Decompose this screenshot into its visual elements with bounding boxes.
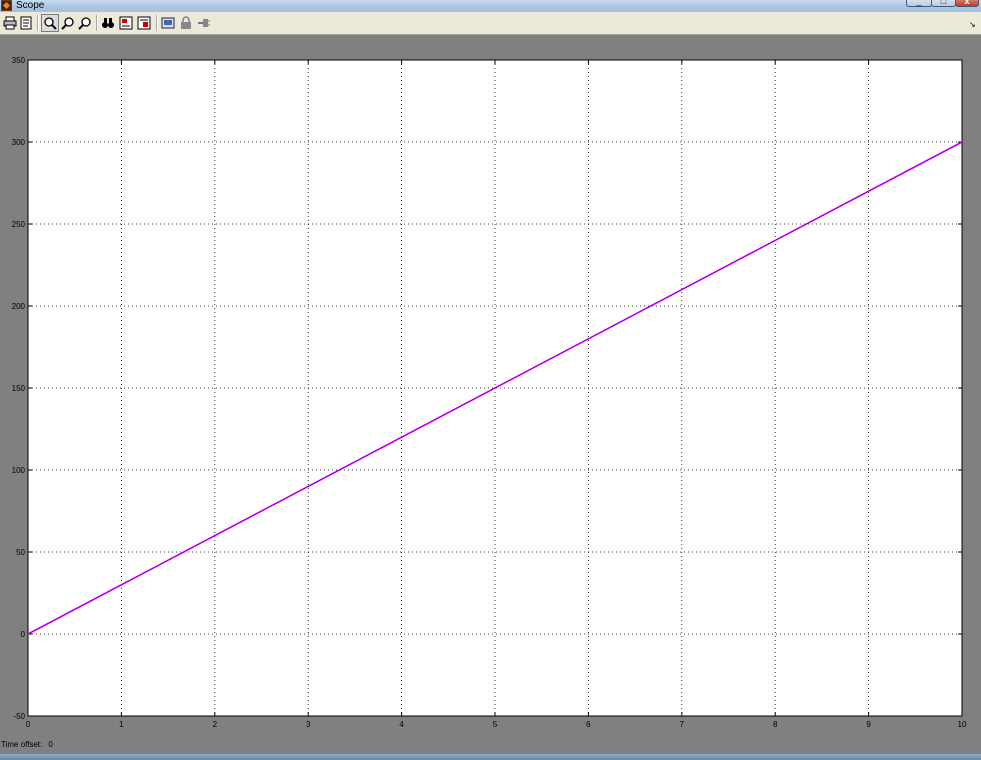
x-tick-label: 5 bbox=[493, 720, 498, 729]
x-tick-label: 10 bbox=[958, 720, 967, 729]
signal-selection-icon[interactable] bbox=[197, 16, 211, 30]
x-tick-label: 0 bbox=[26, 720, 31, 729]
restore-axes-settings-icon[interactable] bbox=[137, 16, 151, 30]
y-tick-label: 50 bbox=[16, 548, 25, 557]
y-tick-label: 200 bbox=[12, 302, 26, 311]
scope-plot: 0 1 2 3 4 5 6 7 8 9 10-50050100150200250300350 bbox=[12, 56, 967, 729]
y-tick-label: 350 bbox=[12, 56, 26, 65]
x-tick-label: 6 bbox=[586, 720, 591, 729]
x-tick-label: 7 bbox=[680, 720, 685, 729]
y-tick-label: 0 bbox=[21, 630, 26, 639]
parameters-icon[interactable] bbox=[19, 16, 33, 30]
time-offset-status: Time offset: 0 bbox=[1, 740, 59, 749]
print-icon[interactable] bbox=[3, 16, 17, 30]
title-bar: Scope _ □ x bbox=[0, 0, 981, 12]
zoom-icon[interactable] bbox=[41, 14, 59, 32]
toolbar-overflow-icon[interactable]: ↘ bbox=[969, 20, 976, 29]
y-tick-label: 150 bbox=[12, 384, 26, 393]
window-title: Scope bbox=[16, 0, 45, 11]
taskbar bbox=[0, 754, 981, 760]
close-button[interactable]: x bbox=[955, 0, 979, 7]
y-tick-label: 100 bbox=[12, 466, 26, 475]
zoom-y-icon[interactable] bbox=[78, 16, 92, 30]
x-tick-label: 3 bbox=[306, 720, 311, 729]
autoscale-icon[interactable] bbox=[101, 16, 115, 30]
x-tick-label: 9 bbox=[866, 720, 871, 729]
y-tick-label: 300 bbox=[12, 138, 26, 147]
lock-axes-icon[interactable] bbox=[179, 16, 193, 30]
scope-figure: 0 1 2 3 4 5 6 7 8 9 10 -50 0 50 100 150 200 250 300 350 bbox=[0, 35, 981, 760]
toolbar: ↘ bbox=[0, 12, 981, 35]
floating-scope-icon[interactable] bbox=[161, 16, 175, 30]
x-tick-label: 1 bbox=[119, 720, 124, 729]
app-icon bbox=[1, 0, 12, 11]
time-offset-label: Time offset: bbox=[1, 740, 43, 749]
minimize-button[interactable]: _ bbox=[906, 0, 932, 7]
time-offset-value: 0 bbox=[48, 740, 53, 749]
x-tick-label: 2 bbox=[213, 720, 218, 729]
x-tick-label: 4 bbox=[399, 720, 404, 729]
y-tick-label: -50 bbox=[13, 712, 25, 721]
x-tick-label: 8 bbox=[773, 720, 778, 729]
maximize-button[interactable]: □ bbox=[931, 0, 956, 7]
y-tick-label: 250 bbox=[12, 220, 26, 229]
zoom-x-icon[interactable] bbox=[61, 16, 75, 30]
save-axes-settings-icon[interactable] bbox=[119, 16, 133, 30]
